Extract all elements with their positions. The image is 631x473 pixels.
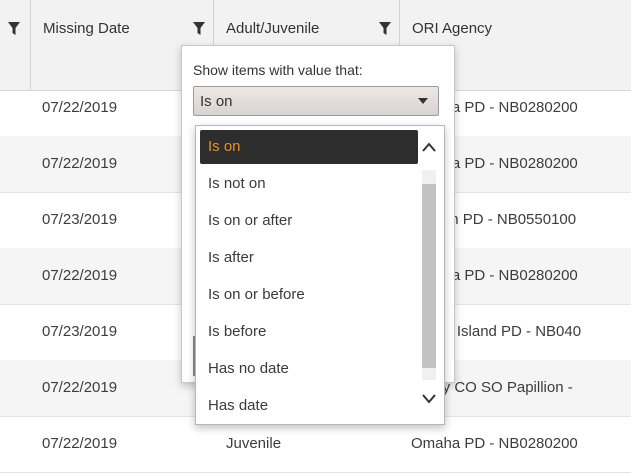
option-has-no-date[interactable]: Has no date <box>200 352 418 386</box>
option-is-not-on[interactable]: Is not on <box>200 167 418 201</box>
option-is-after[interactable]: Is after <box>200 241 418 275</box>
cell-missing-date: 07/22/2019 <box>42 379 118 396</box>
caret-down-icon[interactable] <box>418 98 428 104</box>
dropdown-scrollbar[interactable] <box>419 130 439 420</box>
funnel-icon[interactable] <box>8 22 20 35</box>
option-is-on-or-after[interactable]: Is on or after <box>200 204 418 238</box>
header-label-adult-juvenile: Adult/Juvenile <box>226 20 320 37</box>
option-is-before[interactable]: Is before <box>200 315 418 349</box>
cell-missing-date: 07/22/2019 <box>42 155 118 172</box>
cell-missing-date: 07/23/2019 <box>42 323 118 340</box>
funnel-icon[interactable] <box>379 22 391 35</box>
funnel-icon[interactable] <box>193 22 205 35</box>
option-is-on-or-before[interactable]: Is on or before <box>200 278 418 312</box>
filter-label: Show items with value that: <box>193 62 363 78</box>
chevron-down-icon[interactable] <box>419 380 439 416</box>
cell-missing-date: 07/22/2019 <box>42 267 118 284</box>
option-has-date[interactable]: Has date <box>200 389 418 423</box>
filter-operator-dropdown: Is on Is not on Is on or after Is after … <box>195 125 445 425</box>
cell-missing-date: 07/23/2019 <box>42 211 118 228</box>
scroll-thumb[interactable] <box>422 184 436 368</box>
filter-selected-value: Is on <box>200 93 233 110</box>
cell-missing-date: 07/22/2019 <box>42 99 118 116</box>
cell-missing-date: 07/22/2019 <box>42 435 118 452</box>
filter-operator-select[interactable]: Is on <box>193 86 439 116</box>
header-label-missing-date: Missing Date <box>43 20 130 37</box>
chevron-up-icon[interactable] <box>419 130 439 166</box>
header-cell-previous[interactable] <box>0 0 30 90</box>
header-label-ori-agency: ORI Agency <box>412 20 493 37</box>
option-is-on[interactable]: Is on <box>200 130 418 164</box>
